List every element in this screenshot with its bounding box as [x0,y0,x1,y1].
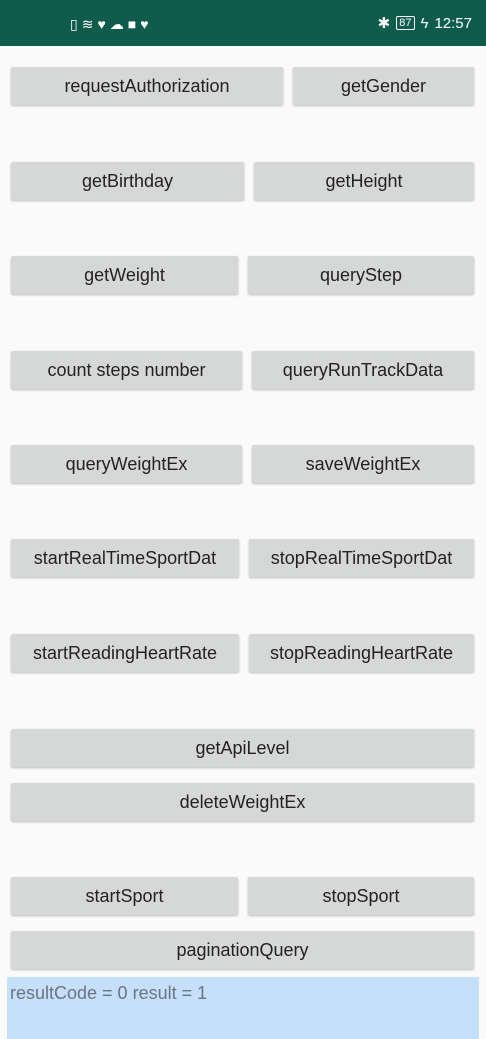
start-sport-button[interactable]: startSport [11,877,238,915]
get-api-level-button[interactable]: getApiLevel [11,729,474,767]
query-step-button[interactable]: queryStep [248,256,474,294]
result-text: resultCode = 0 result = 1 [7,977,479,1039]
heart-icon: ♥ [140,16,149,32]
stop-sport-button[interactable]: stopSport [248,877,474,915]
start-real-time-sport-data-button[interactable]: startRealTimeSportDat [11,539,239,577]
stop-reading-heart-rate-button[interactable]: stopReadingHeartRate [249,634,474,672]
query-run-track-data-button[interactable]: queryRunTrackData [252,351,474,389]
sim-icon: ▯ [70,16,78,32]
bluetooth-icon: ✱ [377,15,391,32]
pagination-query-button[interactable]: paginationQuery [11,931,474,969]
status-bar: ▯ ≋ ♥ ☁ ■ ♥ ✱ 87 ϟ 12:57 [0,0,486,46]
start-reading-heart-rate-button[interactable]: startReadingHeartRate [11,634,239,672]
app-icon: ■ [127,16,137,32]
save-weight-ex-button[interactable]: saveWeightEx [252,445,474,483]
cloud-icon: ☁ [109,16,124,32]
wifi-icon: ≋ [81,16,94,32]
clock: 12:57 [434,14,472,32]
get-weight-button[interactable]: getWeight [11,256,238,294]
get-birthday-button[interactable]: getBirthday [11,162,244,200]
status-icons-left: ▯ ≋ ♥ ☁ ■ ♥ [70,16,149,32]
stop-real-time-sport-data-button[interactable]: stopRealTimeSportDat [249,539,474,577]
battery-indicator: 87 [396,16,415,30]
get-height-button[interactable]: getHeight [254,162,474,200]
query-weight-ex-button[interactable]: queryWeightEx [11,445,242,483]
get-gender-button[interactable]: getGender [293,67,474,105]
count-steps-number-button[interactable]: count steps number [11,351,242,389]
request-authorization-button[interactable]: requestAuthorization [11,67,283,105]
delete-weight-ex-button[interactable]: deleteWeightEx [11,783,474,821]
heart-icon: ♥ [97,16,106,32]
status-icons-right: ✱ 87 ϟ 12:57 [377,14,472,33]
charging-icon: ϟ [420,14,429,32]
